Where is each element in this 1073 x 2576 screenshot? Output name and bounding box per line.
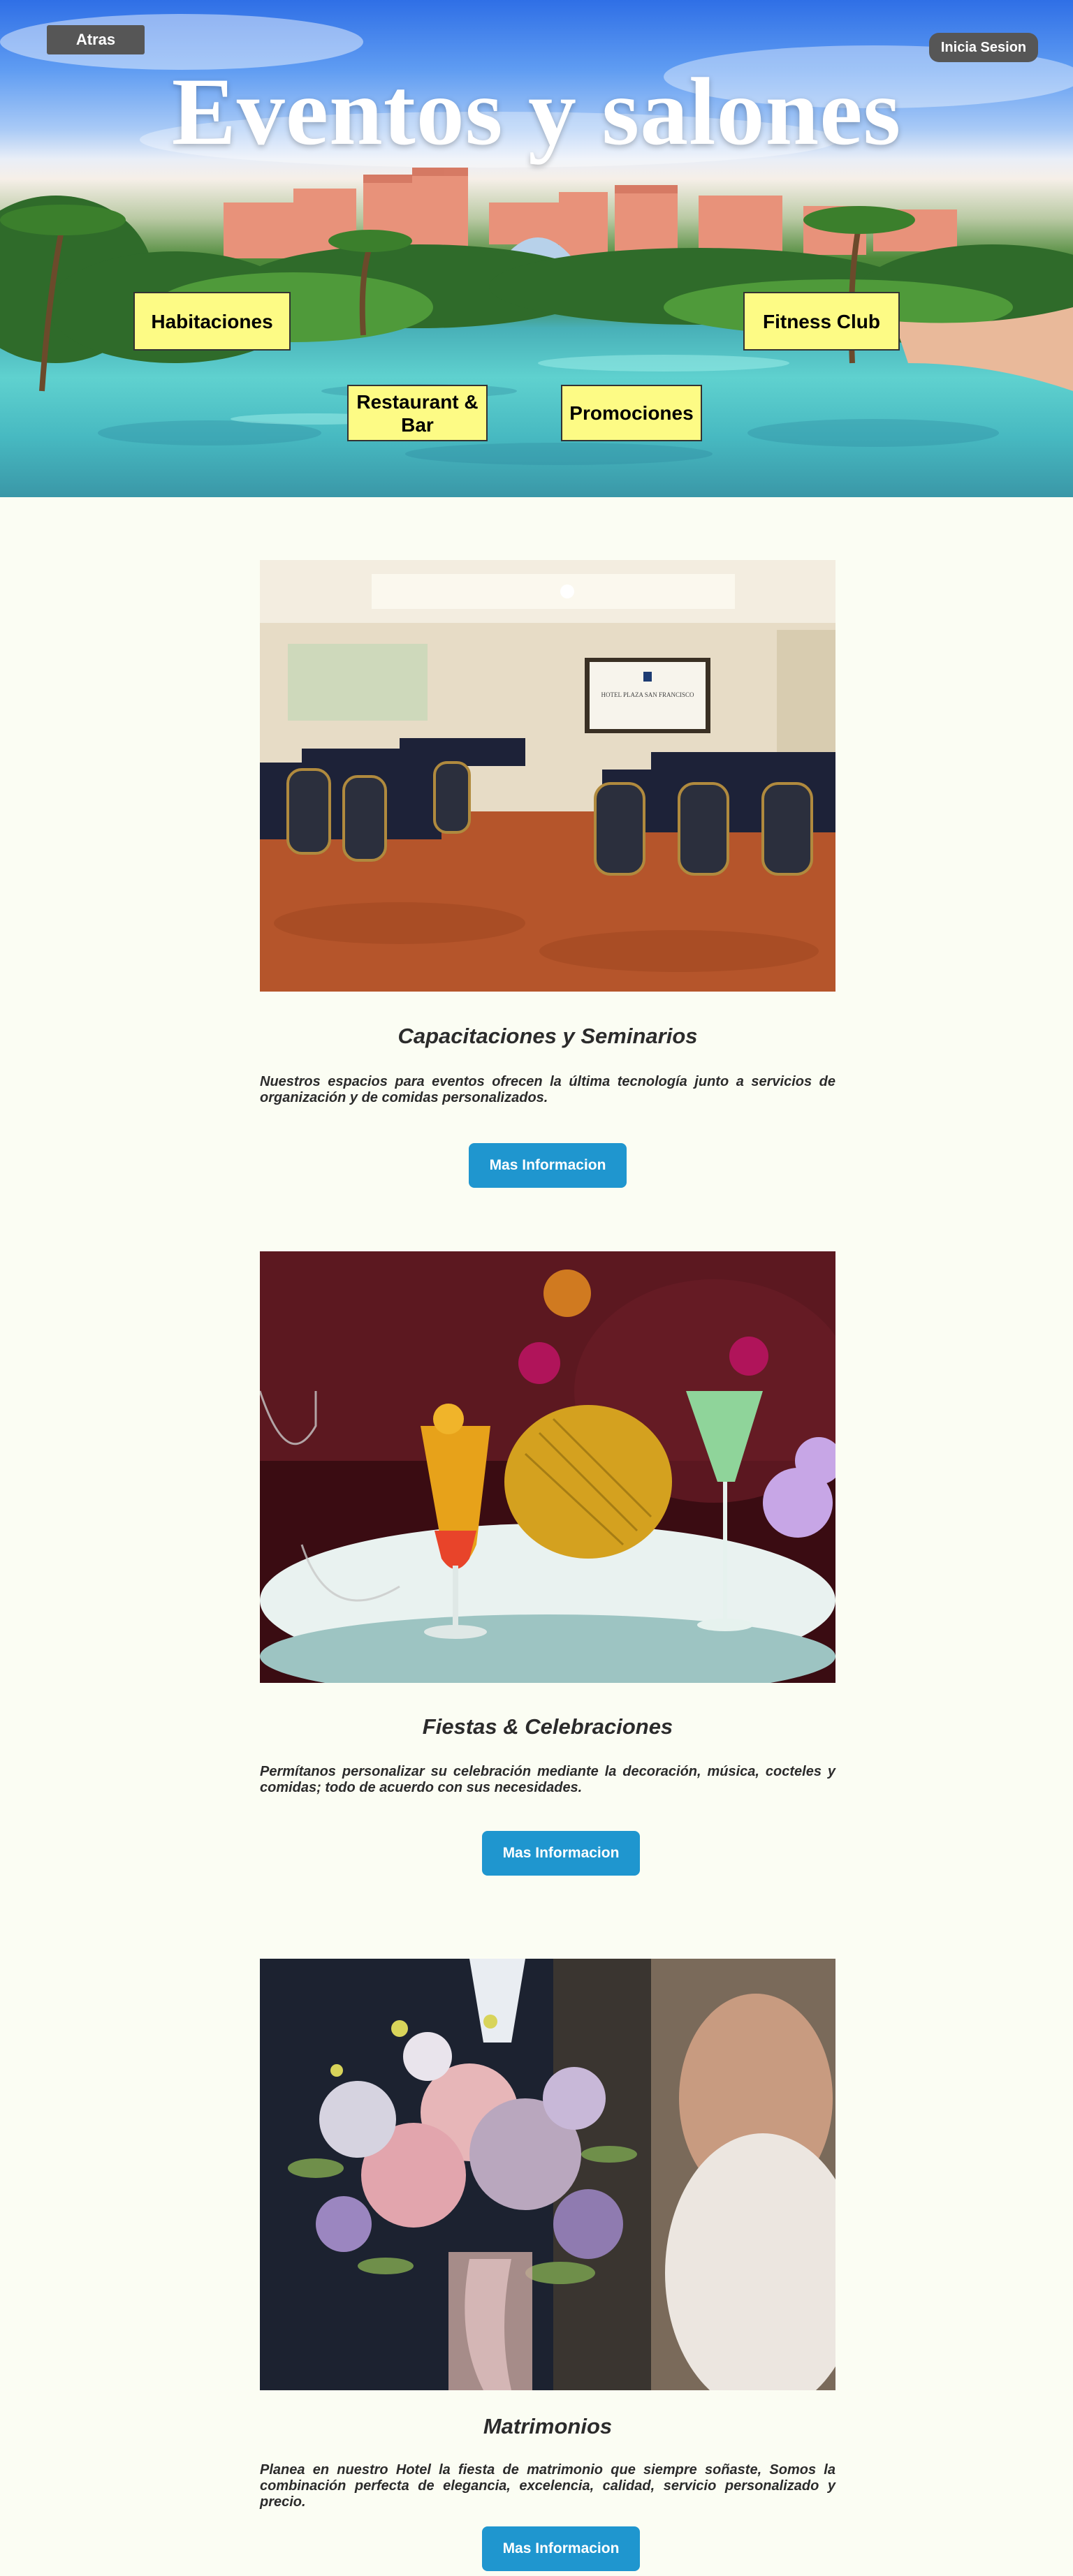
section-description: Nuestros espacios para eventos ofrecen l… [260, 1074, 835, 1105]
section-description: Permítanos personalizar su celebración m… [260, 1764, 835, 1795]
section-title: Matrimonios [483, 2414, 613, 2438]
login-button[interactable]: Inicia Sesion [929, 33, 1038, 62]
cocktails-photo [260, 1251, 835, 1683]
wedding-bouquet-photo [260, 1959, 835, 2390]
section-matrimonios: Matrimonios Planea en nuestro Hotel la f… [260, 1959, 835, 2576]
section-capacitaciones: HOTEL PLAZA SAN FRANCISCO Capacitaciones… [260, 560, 835, 1202]
nav-fitness-club[interactable]: Fitness Club [743, 292, 900, 351]
section-fiestas: Fiestas & Celebraciones Permítanos perso… [260, 1251, 835, 1894]
section-title: Capacitaciones y Seminarios [397, 1024, 698, 1048]
more-info-button[interactable]: Mas Informacion [469, 1143, 627, 1188]
more-info-button[interactable]: Mas Informacion [482, 2526, 640, 2571]
page-title: Eventos y salones [171, 58, 902, 165]
more-info-button[interactable]: Mas Informacion [482, 1831, 640, 1876]
nav-restaurant-bar[interactable]: Restaurant & Bar [347, 385, 488, 441]
hero-banner: Eventos y salones Atras Inicia Sesion Ha… [0, 0, 1073, 497]
section-title: Fiestas & Celebraciones [422, 1714, 673, 1739]
section-description: Planea en nuestro Hotel la fiesta de mat… [260, 2462, 835, 2510]
conference-room-photo: HOTEL PLAZA SAN FRANCISCO [260, 560, 835, 992]
nav-habitaciones[interactable]: Habitaciones [133, 292, 291, 351]
back-button[interactable]: Atras [47, 25, 145, 54]
nav-promociones[interactable]: Promociones [561, 385, 702, 441]
screen-logo-text: HOTEL PLAZA SAN FRANCISCO [601, 691, 694, 698]
